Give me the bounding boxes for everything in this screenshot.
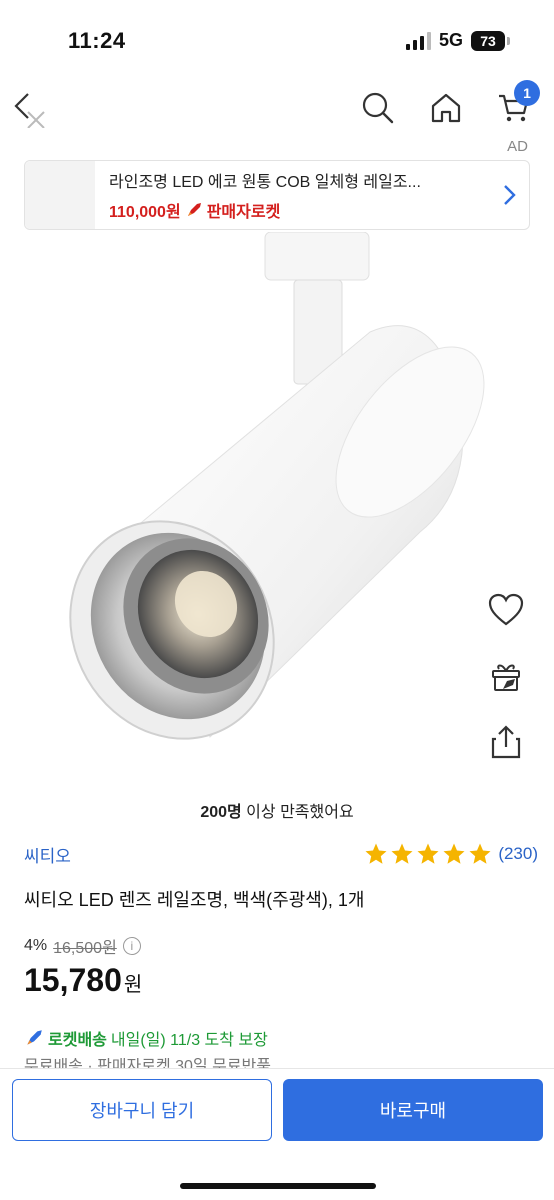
- satisfaction-text: 200명 이상 만족했어요: [0, 798, 554, 822]
- ad-thumbnail: [25, 161, 95, 229]
- satisfaction-count: 200명: [200, 804, 242, 821]
- original-price: 16,500원: [53, 940, 117, 957]
- star-icon: [469, 843, 491, 864]
- network-type: 5G: [438, 30, 463, 50]
- product-title: 씨티오 LED 렌즈 레일조명, 백색(주광색), 1개: [24, 890, 365, 910]
- status-time: 11:24: [68, 28, 126, 53]
- product-image[interactable]: [0, 231, 554, 792]
- price-unit: 원: [123, 974, 143, 996]
- ad-rocket-label: 판매자로켓: [206, 204, 281, 221]
- home-icon: [431, 93, 461, 123]
- gift-button[interactable]: [486, 656, 526, 696]
- delivery-date: 내일(일) 11/3 도착 보장: [110, 1032, 268, 1049]
- star-icon: [365, 843, 387, 864]
- bottom-action-bar: 장바구니 담기 바로구매: [0, 1068, 554, 1200]
- delivery-info: 로켓배송 내일(일) 11/3 도착 보장: [24, 1026, 268, 1050]
- rating-summary[interactable]: (230): [364, 842, 538, 866]
- rocket-delivery-label: 로켓배송: [48, 1032, 107, 1049]
- brand-rating-row: 씨티오 (230): [24, 840, 538, 868]
- star-icon: [417, 843, 439, 864]
- rocket-icon: [187, 203, 201, 216]
- buy-now-button[interactable]: 바로구매: [283, 1079, 543, 1141]
- back-button[interactable]: [10, 88, 50, 128]
- satisfaction-label: 이상 만족했어요: [241, 804, 354, 821]
- battery-level: 73: [471, 30, 505, 51]
- discount-row: 4% 16,500원 i: [24, 934, 141, 958]
- cart-button[interactable]: 1: [494, 80, 540, 128]
- home-button[interactable]: [426, 88, 466, 128]
- ad-label: AD: [507, 138, 528, 155]
- wishlist-button[interactable]: [486, 590, 526, 630]
- search-icon: [362, 92, 394, 124]
- heart-icon: [488, 593, 524, 626]
- cart-count-badge: 1: [514, 80, 540, 106]
- info-icon[interactable]: i: [122, 937, 141, 955]
- discount-percent: 4%: [24, 937, 48, 954]
- home-indicator: [180, 1183, 376, 1189]
- status-indicators: 5G 73: [405, 30, 510, 51]
- add-to-cart-button[interactable]: 장바구니 담기: [12, 1079, 272, 1141]
- review-count: (230): [498, 844, 538, 863]
- share-button[interactable]: [486, 722, 526, 762]
- chevron-right-icon: [489, 175, 529, 215]
- share-icon: [491, 725, 521, 759]
- back-close-icon: [14, 93, 45, 128]
- side-actions: [486, 590, 526, 788]
- star-icon: [443, 843, 465, 864]
- nav-bar: 1: [0, 78, 554, 138]
- signal-icon: [405, 31, 431, 50]
- star-icon: [391, 843, 413, 864]
- price-row: 15,780 원: [24, 962, 142, 999]
- search-button[interactable]: [358, 88, 398, 128]
- ad-price: 110,000원: [109, 204, 181, 221]
- ad-title: 라인조명 LED 에코 원통 COB 일체형 레일조...: [109, 174, 421, 191]
- gift-icon: [492, 664, 520, 691]
- sale-price: 15,780: [24, 962, 122, 998]
- battery-icon: 73: [471, 30, 510, 51]
- status-bar: 11:24 5G 73: [0, 0, 554, 80]
- rocket-icon: [27, 1030, 42, 1045]
- ad-banner[interactable]: 라인조명 LED 에코 원통 COB 일체형 레일조... 110,000원 판…: [24, 160, 530, 230]
- brand-link[interactable]: 씨티오: [24, 842, 71, 867]
